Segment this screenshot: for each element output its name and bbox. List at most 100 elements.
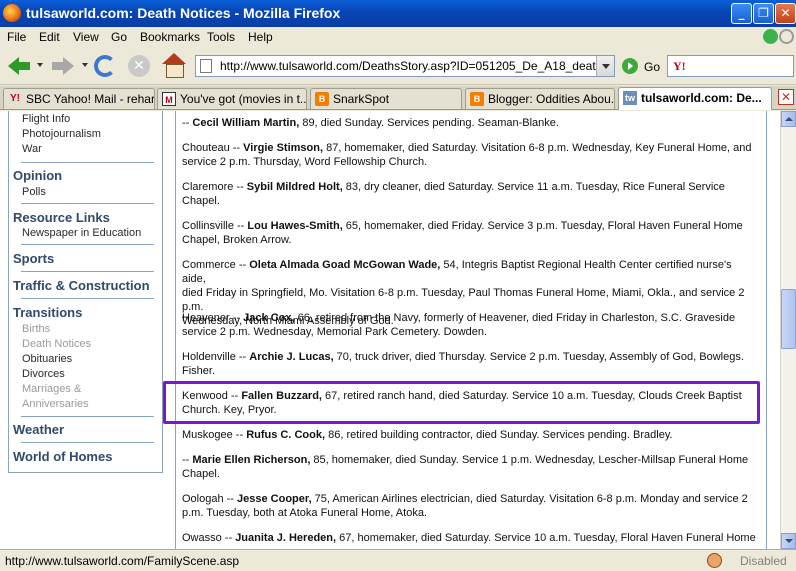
- back-dropdown-icon[interactable]: [37, 63, 43, 67]
- notice-town: Oologah --: [182, 493, 238, 505]
- tab-blogger[interactable]: B Blogger: Oddities Abou...: [465, 88, 615, 109]
- menu-edit[interactable]: Edit: [39, 30, 60, 44]
- tab-tulsaworld[interactable]: tw tulsaworld.com: De...: [618, 87, 772, 110]
- sidebar-heading-sports[interactable]: Sports: [13, 251, 54, 266]
- scroll-thumb[interactable]: [781, 289, 796, 349]
- notice-text: 65, homemaker, died Friday. Service 3 p.…: [342, 220, 743, 232]
- sidebar-heading-weather[interactable]: Weather: [13, 422, 64, 437]
- sidebar-heading-world-of-homes[interactable]: World of Homes: [13, 449, 112, 464]
- sidebar-heading-transitions[interactable]: Transitions: [13, 305, 82, 320]
- tab-bar: Y! SBC Yahoo! Mail - rehar... M You've g…: [0, 86, 796, 110]
- sidebar: Flight Info Photojournalism War Opinion …: [8, 111, 163, 473]
- sidebar-link-polls[interactable]: Polls: [22, 186, 46, 198]
- sidebar-heading-resource-links[interactable]: Resource Links: [13, 210, 110, 225]
- close-button[interactable]: ✕: [775, 3, 796, 24]
- extension-icon[interactable]: [707, 553, 722, 568]
- highlight-box: [163, 381, 760, 424]
- close-tab-icon[interactable]: ✕: [778, 89, 794, 105]
- sidebar-link-flight-info[interactable]: Flight Info: [22, 113, 70, 125]
- vertical-scrollbar[interactable]: [780, 111, 796, 549]
- yahoo-search-icon[interactable]: Y!: [673, 59, 686, 74]
- status-bar: http://www.tulsaworld.com/FamilyScene.as…: [0, 549, 796, 571]
- home-icon[interactable]: [161, 53, 187, 78]
- notice-town: Claremore --: [182, 181, 247, 193]
- sidebar-link-death-notices[interactable]: Death Notices: [22, 338, 91, 350]
- notice-text: Chapel.: [182, 468, 220, 480]
- throbber-icon: [779, 29, 794, 44]
- forward-arrow-icon[interactable]: [50, 54, 76, 78]
- url-text[interactable]: http://www.tulsaworld.com/DeathsStory.as…: [220, 59, 602, 73]
- menu-help[interactable]: Help: [248, 30, 273, 44]
- notice-item: -- Marie Ellen Richerson, 85, homemaker,…: [182, 453, 757, 481]
- notice-town: Chouteau --: [182, 142, 244, 154]
- tab-gmail[interactable]: M You've got (movies in t...: [157, 88, 307, 109]
- notice-name: Marie Ellen Richerson,: [192, 454, 311, 466]
- notice-text: 86, retired building contractor, died Su…: [325, 429, 673, 441]
- yahoo-icon: Y!: [10, 93, 20, 104]
- menu-bookmarks[interactable]: Bookmarks: [140, 30, 200, 44]
- window-title: tulsaworld.com: Death Notices - Mozilla …: [26, 5, 341, 21]
- status-disabled-label[interactable]: Disabled: [740, 554, 787, 568]
- divider: [21, 416, 154, 417]
- notice-text: 67, homemaker, died Saturday. Service 10…: [336, 532, 756, 544]
- sidebar-heading-opinion[interactable]: Opinion: [13, 168, 62, 183]
- notice-text: 70, truck driver, died Thursday. Service…: [333, 351, 744, 363]
- scroll-down-icon[interactable]: [781, 533, 796, 549]
- back-arrow-icon[interactable]: [6, 54, 32, 78]
- notice-name: Sybil Mildred Holt,: [246, 181, 343, 193]
- tab-yahoo-mail[interactable]: Y! SBC Yahoo! Mail - rehar...: [3, 88, 155, 109]
- menu-view[interactable]: View: [73, 30, 99, 44]
- notice-name: Juanita J. Hereden,: [235, 532, 337, 544]
- notice-item: Claremore -- Sybil Mildred Holt, 83, dry…: [182, 180, 757, 208]
- navigation-toolbar: ✕ http://www.tulsaworld.com/DeathsStory.…: [0, 47, 796, 85]
- notice-name: Oleta Almada Goad McGowan Wade,: [249, 259, 441, 271]
- minimize-button[interactable]: _: [731, 3, 752, 24]
- url-bar[interactable]: http://www.tulsaworld.com/DeathsStory.as…: [195, 55, 615, 77]
- search-input[interactable]: Y!: [667, 55, 794, 77]
- sidebar-link-obituaries[interactable]: Obituaries: [22, 353, 72, 365]
- notice-town: Heavener --: [182, 312, 244, 324]
- notice-town: --: [182, 454, 193, 466]
- url-dropdown-icon[interactable]: [596, 56, 614, 76]
- menu-file[interactable]: File: [7, 30, 26, 44]
- go-button[interactable]: Go: [644, 60, 660, 74]
- sidebar-link-births[interactable]: Births: [22, 323, 50, 335]
- notice-item: -- Cecil William Martin, 89, died Sunday…: [182, 116, 757, 130]
- notice-text: Fisher.: [182, 365, 216, 377]
- notice-item: Holdenville -- Archie J. Lucas, 70, truc…: [182, 350, 757, 378]
- blogger-icon: B: [470, 92, 484, 106]
- divider: [21, 442, 154, 443]
- stop-icon[interactable]: ✕: [128, 55, 150, 77]
- title-bar: tulsaworld.com: Death Notices - Mozilla …: [0, 0, 796, 27]
- notice-text: service 2 p.m. Wednesday, Memorial Park …: [182, 326, 488, 338]
- scroll-up-icon[interactable]: [781, 111, 796, 127]
- notice-name: Cecil William Martin,: [192, 117, 300, 129]
- death-notices-list: -- Cecil William Martin, 89, died Sunday…: [175, 111, 767, 549]
- reload-icon[interactable]: [94, 55, 116, 77]
- divider: [21, 298, 154, 299]
- forward-dropdown-icon[interactable]: [82, 63, 88, 67]
- menu-go[interactable]: Go: [111, 30, 127, 44]
- tab-label: Blogger: Oddities Abou...: [488, 92, 615, 106]
- sidebar-link-divorces[interactable]: Divorces: [22, 368, 65, 380]
- notice-text: service 2 p.m. Thursday, Word Fellowship…: [182, 156, 428, 168]
- sidebar-heading-traffic[interactable]: Traffic & Construction: [13, 278, 150, 293]
- sidebar-link-war[interactable]: War: [22, 143, 42, 155]
- maximize-button[interactable]: ❐: [753, 3, 774, 24]
- notice-item: Heavener -- Jack Cox, 66, retired from t…: [182, 311, 757, 339]
- notice-name: Virgie Stimson,: [243, 142, 324, 154]
- sidebar-link-anniversaries[interactable]: Anniversaries: [22, 398, 89, 410]
- notice-name: Rufus C. Cook,: [246, 429, 326, 441]
- sidebar-link-marriages[interactable]: Marriages &: [22, 383, 81, 395]
- firefox-icon: [3, 4, 21, 22]
- page-content: Flight Info Photojournalism War Opinion …: [0, 111, 780, 549]
- blogger-icon: B: [315, 92, 329, 106]
- notice-name: Archie J. Lucas,: [249, 351, 334, 363]
- notice-text: 89, died Sunday. Services pending. Seama…: [299, 117, 559, 129]
- tab-snarkspot[interactable]: B SnarkSpot: [310, 88, 462, 109]
- update-icon[interactable]: [763, 29, 778, 44]
- sidebar-link-newspaper-in-education[interactable]: Newspaper in Education: [22, 227, 141, 239]
- sidebar-link-photojournalism[interactable]: Photojournalism: [22, 128, 101, 140]
- menu-tools[interactable]: Tools: [207, 30, 235, 44]
- go-icon[interactable]: [622, 58, 638, 74]
